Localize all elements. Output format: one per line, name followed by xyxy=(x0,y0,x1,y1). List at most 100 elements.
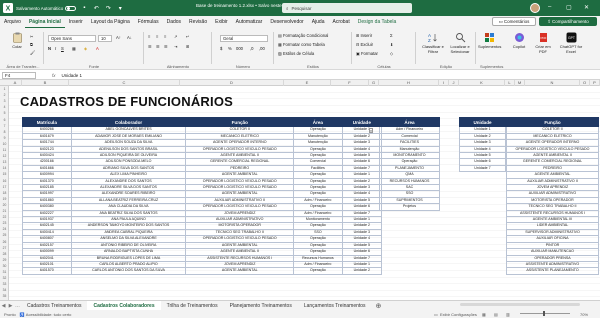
accessibility-status[interactable]: Acessibilidade: tudo certo xyxy=(26,312,72,317)
sheet-tab-cadastros-colaboradores[interactable]: Cadastros Colaboradores xyxy=(87,300,161,311)
conditional-formatting-button[interactable]: ▤ Formatação Condicional xyxy=(278,33,328,38)
tab-exibir[interactable]: Exibir xyxy=(211,16,232,28)
area-list-cell[interactable]: Projetos xyxy=(379,203,440,211)
close-icon[interactable]: ✕ xyxy=(584,4,589,11)
more-sheets-icon[interactable]: … xyxy=(14,303,21,309)
comments-button[interactable]: ▭ Comentários xyxy=(492,17,536,26)
clear-icon[interactable]: ◇ xyxy=(390,51,393,56)
unit-list-cell[interactable]: Unidade 7 xyxy=(459,164,506,173)
colaborador-cell[interactable]: ANDERSON TAMOYO MONTEIRO DOS SANTOS xyxy=(70,222,187,230)
thousands-icon[interactable]: 000 xyxy=(236,46,243,51)
zoom-slider-handle[interactable] xyxy=(543,311,545,316)
grow-font-icon[interactable]: A↑ xyxy=(116,35,121,40)
copy-icon[interactable]: ⧉ xyxy=(30,42,33,47)
tab-inserir[interactable]: Inserir xyxy=(65,16,87,28)
borders-icon[interactable]: ▦ xyxy=(72,46,76,51)
save-icon[interactable]: ▪ xyxy=(80,4,88,12)
row-header[interactable]: 35 xyxy=(0,293,9,299)
tab-layout-da-pagina[interactable]: Layout da Página xyxy=(87,16,134,28)
align-left-icon[interactable]: ☰ xyxy=(148,44,152,49)
copilot-button[interactable]: Copilot xyxy=(508,32,530,49)
increase-decimal-icon[interactable]: ,0 xyxy=(250,46,254,51)
sheet-tab-planejamento-treinamentos[interactable]: Planejamento Treinamentos xyxy=(224,301,298,311)
colaborador-cell[interactable]: CARLOS ANTONIO DOS SANTOS DA SILVA xyxy=(70,267,187,275)
align-center-icon[interactable]: ☰ xyxy=(156,44,160,49)
search-box[interactable]: ⌕ Pesquisar xyxy=(282,3,412,13)
fill-color-icon[interactable]: ◈ xyxy=(84,46,87,51)
create-pdf-button[interactable]: PDF Criar em PDF xyxy=(532,32,554,54)
format-painter-icon[interactable]: 🖌 xyxy=(30,50,35,56)
name-box[interactable]: F4 xyxy=(2,71,36,79)
header-matricula[interactable]: Matrícula xyxy=(22,116,72,128)
cell-styles-button[interactable]: ▨ Estilos de Célula xyxy=(278,51,314,56)
tab-ajuda[interactable]: Ajuda xyxy=(308,16,329,28)
redo-icon[interactable]: ↷ xyxy=(104,4,112,12)
sort-filter-button[interactable]: AZ Classificar e Filtrar xyxy=(420,32,446,54)
header-area-list[interactable]: Área xyxy=(379,116,440,128)
zoom-level[interactable]: 70% xyxy=(580,312,588,317)
align-middle-icon[interactable]: ≡ xyxy=(156,34,158,39)
insert-cells-button[interactable]: ⊞ Inserir xyxy=(356,33,372,38)
share-button[interactable]: ⇪ Compartilhamento xyxy=(539,17,597,26)
normal-view-icon[interactable]: ▦ xyxy=(482,312,486,317)
font-size-select[interactable]: 10 xyxy=(98,35,112,42)
fill-icon[interactable]: ⬇ xyxy=(390,42,394,47)
funcao-cell[interactable]: AGENTE AMBIENTAL xyxy=(185,267,295,275)
merge-center-icon[interactable]: ⊞ xyxy=(186,44,190,49)
formula-input[interactable]: Unidade 1 xyxy=(62,73,83,78)
tab-formulas[interactable]: Fórmulas xyxy=(134,16,163,28)
wrap-text-icon[interactable]: ↵ xyxy=(186,34,190,39)
align-bottom-icon[interactable]: ≡ xyxy=(164,34,166,39)
italic-icon[interactable]: I xyxy=(55,46,56,51)
addins-button[interactable]: Suplementos xyxy=(478,32,501,49)
page-break-view-icon[interactable]: ▥ xyxy=(506,312,510,317)
function-list-cell[interactable]: ASSISTENTE PLANEJAMENTO xyxy=(506,267,599,275)
area-cell[interactable]: Operação xyxy=(293,267,343,275)
tab-revisao[interactable]: Revisão xyxy=(185,16,211,28)
tab-desenvolvedor[interactable]: Desenvolvedor xyxy=(266,16,307,28)
matricula-cell[interactable]: 6401570 xyxy=(22,267,72,275)
header-colaborador[interactable]: Colaborador xyxy=(70,116,187,128)
next-sheet-icon[interactable]: ▶ xyxy=(7,303,14,309)
autosave-toggle[interactable]: Salvamento Automático xyxy=(16,5,77,11)
decrease-decimal-icon[interactable]: ,00 xyxy=(259,46,265,51)
worksheet[interactable]: CADASTROS DE FUNCIONÁRIOS Matrícula Cola… xyxy=(9,86,600,300)
tab-dados[interactable]: Dados xyxy=(163,16,185,28)
indent-icon[interactable]: ⇥ xyxy=(174,44,178,49)
underline-icon[interactable]: S xyxy=(61,46,64,51)
cut-icon[interactable]: ✂ xyxy=(30,34,34,39)
header-unidade[interactable]: Unidade xyxy=(341,116,383,128)
sheet-tab-cadastros-treinamentos[interactable]: Cadastros Treinamentos xyxy=(21,301,87,311)
font-name-select[interactable]: Open Sans xyxy=(48,35,96,42)
add-sheet-icon[interactable]: ⊕ xyxy=(376,302,382,310)
number-format-select[interactable]: Geral xyxy=(220,35,268,42)
horizontal-scrollbar[interactable] xyxy=(460,303,580,306)
undo-icon[interactable]: ↶ xyxy=(92,4,100,12)
minimize-icon[interactable]: – xyxy=(548,4,551,10)
page-layout-view-icon[interactable]: ▤ xyxy=(494,312,498,317)
align-top-icon[interactable]: ≡ xyxy=(148,34,150,39)
tab-design-da-tabela[interactable]: Design da Tabela xyxy=(354,16,401,28)
user-avatar[interactable] xyxy=(530,3,540,13)
customize-toolbar-icon[interactable]: ▾ xyxy=(116,4,124,12)
tab-arquivo[interactable]: Arquivo xyxy=(0,16,25,28)
orientation-icon[interactable]: ↗ xyxy=(174,34,178,39)
tab-automatizar[interactable]: Automatizar xyxy=(232,16,267,28)
font-color-icon[interactable]: A xyxy=(96,46,99,51)
display-settings[interactable]: Exibir Configurações xyxy=(440,312,477,317)
function-list-cell[interactable]: OPERADOR LOGISTICO VEICULO PESADO xyxy=(506,145,599,154)
header-funcao[interactable]: Função xyxy=(185,116,295,128)
delete-cells-button[interactable]: ⊟ Excluir xyxy=(356,42,373,47)
autosum-icon[interactable]: Σ xyxy=(390,33,393,38)
format-cells-button[interactable]: ▣ Formatar xyxy=(356,51,378,56)
header-unidade-list[interactable]: Unidade xyxy=(459,116,506,128)
chatgpt-button[interactable]: GPT ChatGPT for Excel xyxy=(558,32,584,54)
header-area[interactable]: Área xyxy=(293,116,343,128)
paste-button[interactable]: Colar xyxy=(6,32,28,49)
find-select-button[interactable]: Localizar e Selecionar xyxy=(447,32,473,54)
tab-acrobat[interactable]: Acrobat xyxy=(328,16,353,28)
shrink-font-icon[interactable]: A↓ xyxy=(127,35,132,40)
prev-sheet-icon[interactable]: ◀ xyxy=(0,303,7,309)
currency-icon[interactable]: $ xyxy=(220,46,222,51)
maximize-icon[interactable]: ▢ xyxy=(566,4,572,11)
